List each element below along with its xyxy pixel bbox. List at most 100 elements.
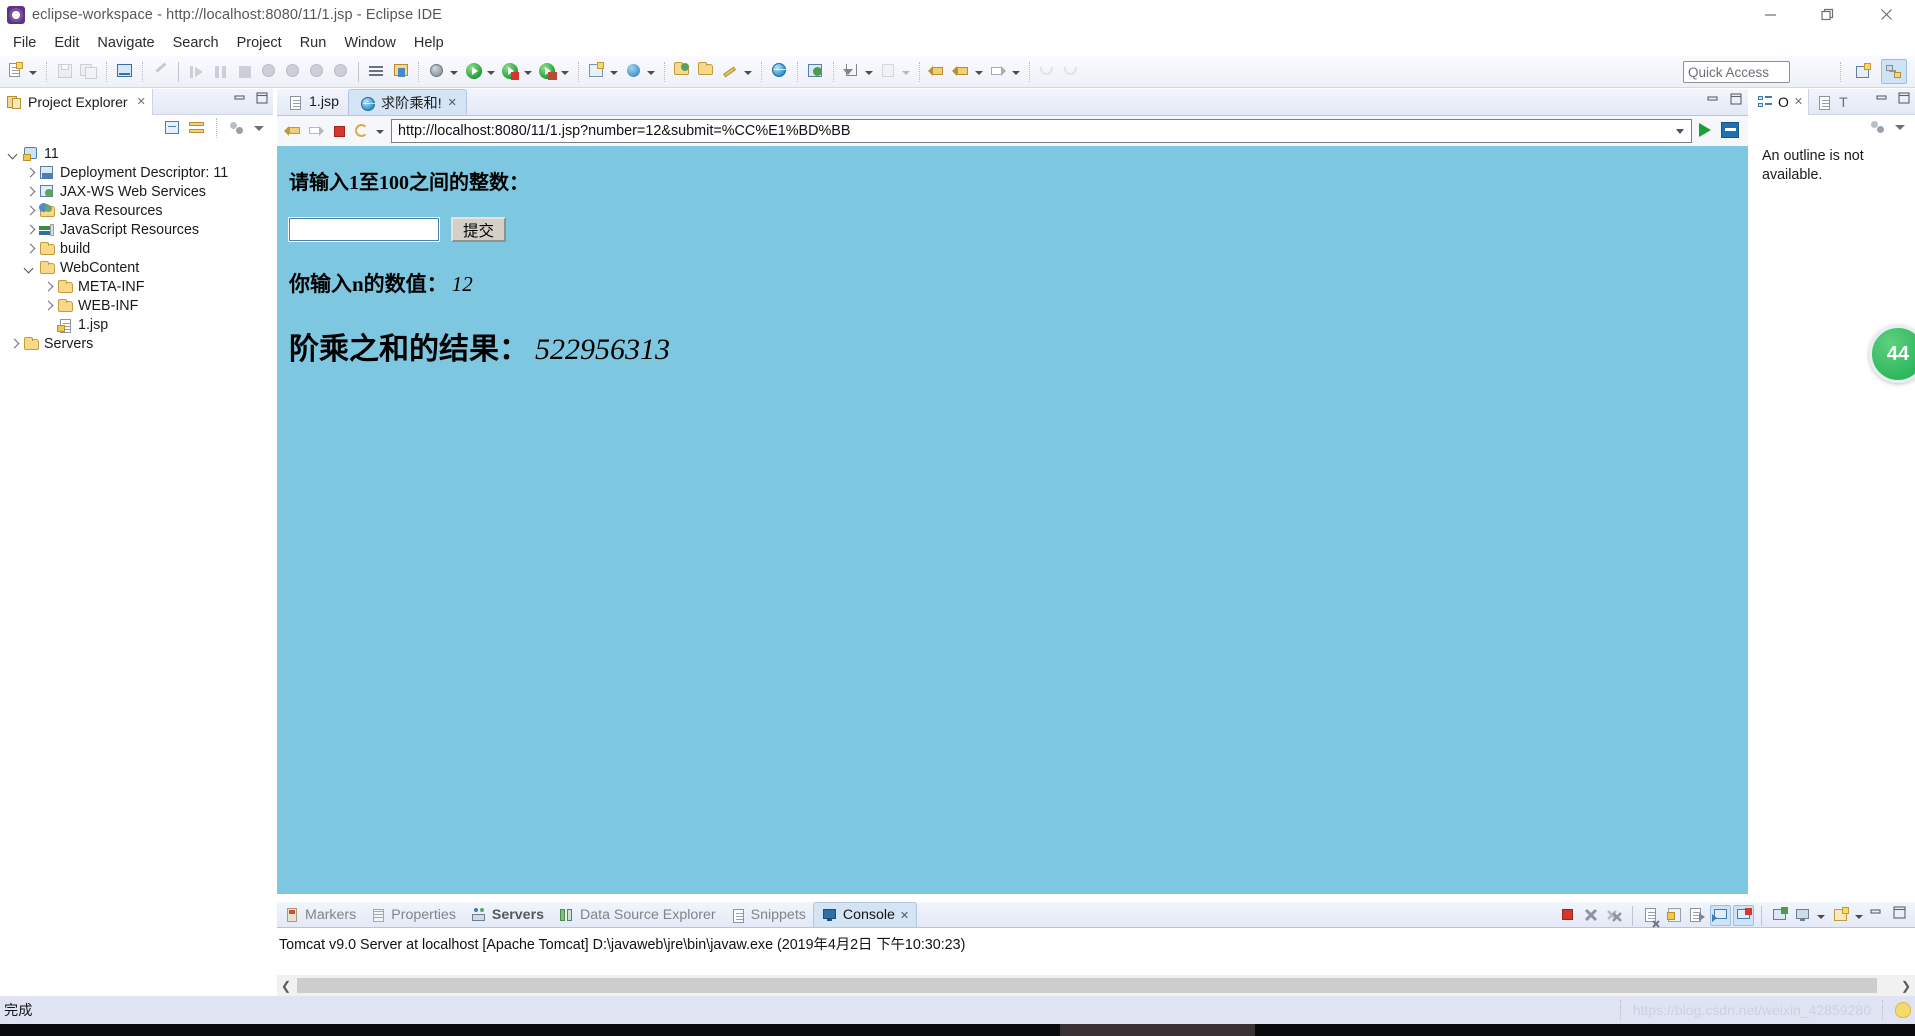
link-with-editor-icon[interactable] <box>187 119 207 137</box>
editor-tab-1-jsp[interactable]: 1.jsp <box>277 89 348 115</box>
back-star-icon[interactable] <box>927 61 949 83</box>
tab-data-source-explorer[interactable]: Data Source Explorer <box>551 902 723 927</box>
tab-servers[interactable]: Servers <box>463 902 551 927</box>
tab-project-explorer[interactable]: Project Explorer ✕ <box>0 88 153 115</box>
tree-item-webcontent[interactable]: WebContent <box>6 258 273 277</box>
next-annotation-icon[interactable] <box>878 61 900 83</box>
resume-icon[interactable] <box>186 61 208 83</box>
text-t-icon[interactable]: T <box>1839 94 1848 110</box>
chevron-right-icon[interactable] <box>40 279 56 295</box>
url-input[interactable]: http://localhost:8080/11/1.jsp?number=12… <box>391 119 1692 143</box>
profile-dropdown-icon[interactable] <box>560 61 571 83</box>
new-server-icon[interactable] <box>586 61 608 83</box>
new-server-dropdown-icon[interactable] <box>609 61 620 83</box>
tree-item-jax-ws-web-services[interactable]: JAX-WS Web Services <box>6 182 273 201</box>
forward-dropdown-icon[interactable] <box>1011 61 1022 83</box>
close-icon[interactable]: ✕ <box>448 96 457 109</box>
open-console-dropdown-icon[interactable] <box>1854 905 1865 927</box>
editor-tab-browser[interactable]: 求阶乘和! ✕ <box>347 89 467 115</box>
suspend-icon[interactable] <box>210 61 232 83</box>
chevron-right-icon[interactable] <box>22 184 38 200</box>
menu-edit[interactable]: Edit <box>45 32 88 54</box>
new-wizard-icon[interactable] <box>5 61 27 83</box>
chevron-right-icon[interactable] <box>22 203 38 219</box>
number-input[interactable] <box>288 217 440 242</box>
minimize-icon[interactable] <box>1875 92 1888 110</box>
open-console-icon[interactable] <box>1831 905 1852 926</box>
quick-access-input[interactable]: Quick Access <box>1683 61 1790 83</box>
run-icon[interactable] <box>463 61 485 83</box>
chevron-down-icon[interactable] <box>22 260 38 276</box>
tree-item-11[interactable]: 11 <box>6 144 273 163</box>
profile-icon[interactable] <box>537 61 559 83</box>
maximize-icon[interactable] <box>1892 905 1913 926</box>
forward-arrow-icon[interactable] <box>306 121 326 141</box>
chevron-down-icon[interactable] <box>1676 129 1684 134</box>
tree-item-web-inf[interactable]: WEB-INF <box>6 296 273 315</box>
word-wrap-icon[interactable] <box>1687 905 1708 926</box>
save-icon[interactable] <box>54 61 76 83</box>
redo-icon[interactable] <box>1061 61 1083 83</box>
show-console-on-error-icon[interactable] <box>1733 905 1754 926</box>
clear-console-icon[interactable] <box>1641 905 1662 928</box>
refresh-icon[interactable] <box>352 121 372 141</box>
scroll-right-icon[interactable]: ❯ <box>1897 975 1915 996</box>
previous-annotation-dropdown-icon[interactable] <box>864 61 875 83</box>
chevron-right-icon[interactable] <box>22 222 38 238</box>
open-folder-icon[interactable] <box>696 61 718 83</box>
back-dropdown-icon[interactable] <box>974 61 985 83</box>
tree-item-servers[interactable]: Servers <box>6 334 273 353</box>
undo-icon[interactable] <box>1037 61 1059 83</box>
tree-item-java-resources[interactable]: Java Resources <box>6 201 273 220</box>
close-icon[interactable]: ✕ <box>137 95 146 108</box>
collapse-all-icon[interactable] <box>163 119 183 137</box>
pin-console-icon[interactable] <box>1770 905 1791 926</box>
search-dropdown-icon[interactable] <box>646 61 657 83</box>
properties-icon[interactable] <box>1817 94 1832 110</box>
tree-item-1-jsp[interactable]: 1.jsp <box>6 315 273 334</box>
new-wizard-dropdown-icon[interactable] <box>28 61 39 83</box>
tab-outline[interactable]: O ✕ <box>1752 88 1810 115</box>
open-type-icon[interactable] <box>390 61 412 83</box>
step-into-icon[interactable] <box>258 61 280 83</box>
submit-button[interactable]: 提交 <box>451 217 507 242</box>
maximize-icon[interactable] <box>1799 0 1857 29</box>
chevron-down-icon[interactable] <box>375 120 386 142</box>
web-service-icon[interactable] <box>805 61 827 83</box>
chevron-down-icon[interactable] <box>6 146 22 162</box>
remove-launch-icon[interactable] <box>1581 905 1602 926</box>
minimize-icon[interactable] <box>1741 0 1799 29</box>
close-icon[interactable]: ✕ <box>1794 95 1803 108</box>
menu-file[interactable]: File <box>4 32 45 54</box>
tree-item-deployment-descriptor[interactable]: Deployment Descriptor: 11 <box>6 163 273 182</box>
view-menu-icon[interactable] <box>1869 119 1887 135</box>
back-icon[interactable] <box>951 61 973 83</box>
minimize-icon[interactable] <box>1869 905 1890 926</box>
open-resource-icon[interactable] <box>672 61 694 83</box>
chevron-right-icon[interactable] <box>6 336 22 352</box>
minimize-icon[interactable] <box>1706 93 1719 111</box>
menu-help[interactable]: Help <box>405 32 453 54</box>
step-over-icon[interactable] <box>282 61 304 83</box>
show-console-on-output-icon[interactable] <box>1710 905 1731 926</box>
tree-item-meta-inf[interactable]: META-INF <box>6 277 273 296</box>
skip-breakpoints-icon[interactable] <box>366 61 388 83</box>
previous-annotation-icon[interactable] <box>841 61 863 83</box>
chevron-right-icon[interactable] <box>40 298 56 314</box>
close-icon[interactable]: ✕ <box>900 909 909 922</box>
stop-icon[interactable] <box>329 121 349 141</box>
search-icon[interactable] <box>623 61 645 83</box>
globe-browser-icon[interactable] <box>769 61 791 83</box>
scroll-left-icon[interactable]: ❮ <box>277 975 295 996</box>
pin-icon[interactable] <box>720 61 742 83</box>
debug-dropdown-icon[interactable] <box>449 61 460 83</box>
display-selected-console-icon[interactable] <box>1793 905 1814 926</box>
open-external-icon[interactable] <box>1720 120 1742 142</box>
link-broken-icon[interactable] <box>150 61 172 83</box>
tab-markers[interactable]: Markers <box>277 902 363 927</box>
scroll-lock-icon[interactable] <box>1664 905 1685 926</box>
run-as-server-icon[interactable] <box>500 61 522 83</box>
pin-dropdown-icon[interactable] <box>743 61 754 83</box>
console-dropdown-icon[interactable] <box>1816 905 1827 927</box>
tree-item-javascript-resources[interactable]: JavaScript Resources <box>6 220 273 239</box>
